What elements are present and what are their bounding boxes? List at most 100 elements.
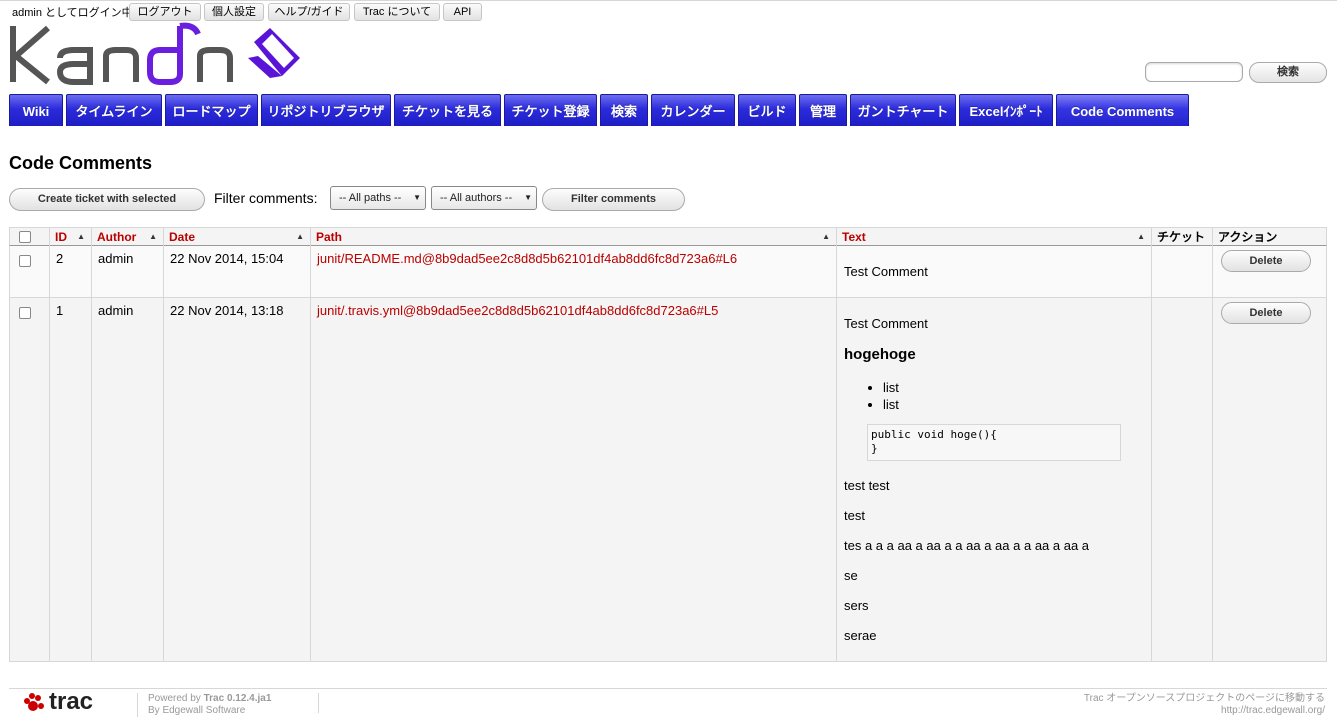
paths-select[interactable]: -- All paths -- ▼ [330,186,426,210]
trac-project-url[interactable]: http://trac.edgewall.org/ [1221,705,1325,716]
tab-view-tickets[interactable]: チケットを見る [394,94,501,126]
date-cell: 22 Nov 2014, 13:18 [164,298,311,661]
sort-icon: ▲ [1137,232,1145,241]
tab-new-ticket[interactable]: チケット登録 [504,94,597,126]
tab-admin[interactable]: 管理 [799,94,847,126]
about-trac-link[interactable]: Trac について [354,3,440,21]
dropdown-arrow-icon: ▼ [413,193,421,202]
tab-gantt-chart[interactable]: ガントチャート [850,94,956,126]
footer-divider [318,693,319,713]
kandn-logo-icon [10,22,300,85]
filter-comments-label: Filter comments: [214,190,318,206]
header-date-label: Date [169,230,196,244]
comment-paragraph: test test [844,478,890,493]
header-date[interactable]: Date ▲ [164,228,311,246]
list-item: list [883,379,899,396]
header-id[interactable]: ID ▲ [50,228,92,246]
project-logo[interactable] [8,22,308,90]
tab-calendar[interactable]: カレンダー [651,94,735,126]
logout-link[interactable]: ログアウト [129,3,201,21]
search-button[interactable]: 検索 [1249,62,1327,83]
help-guide-link[interactable]: ヘルプ/ガイド [268,3,350,21]
list-item: list [883,396,899,413]
sort-ascending-icon: ▲ [77,232,85,241]
comment-paragraph: tes a a a aa a aa a a aa a aa a a aa a a… [844,538,1090,553]
authors-select-value: -- All authors -- [440,192,513,204]
code-line: } [871,442,878,455]
row-checkbox[interactable] [19,255,31,267]
dropdown-arrow-icon: ▼ [524,193,532,202]
date-cell: 22 Nov 2014, 15:04 [164,246,311,297]
table-row: 1 admin 22 Nov 2014, 13:18 junit/.travis… [9,298,1327,662]
tab-search[interactable]: 検索 [600,94,648,126]
comment-text: Test Comment [844,316,928,331]
tab-repository-browser[interactable]: リポジトリブラウザ [261,94,391,126]
delete-button[interactable]: Delete [1221,302,1311,324]
header-author[interactable]: Author ▲ [92,228,164,246]
header-path-label: Path [316,230,343,244]
page-title: Code Comments [9,153,153,173]
footer: trac Powered by Trac 0.12.4.ja1 By Edgew… [9,688,1327,717]
powered-by-prefix: Powered by [148,693,201,704]
header-path[interactable]: Path ▲ [311,228,837,246]
ticket-cell [1152,246,1213,297]
header-ticket: チケット [1152,228,1213,246]
delete-button[interactable]: Delete [1221,250,1311,272]
code-line: public void hoge(){ [871,428,997,441]
main-nav: Wiki タイムライン ロードマップ リポジトリブラウザ チケットを見る チケッ… [9,94,1329,128]
authors-select[interactable]: -- All authors -- ▼ [431,186,537,210]
row-select-cell [10,298,50,661]
select-all-checkbox[interactable] [19,231,31,243]
powered-by: Powered by Trac 0.12.4.ja1 By Edgewall S… [137,693,271,717]
header-text-label: Text [842,230,866,244]
comment-list: list list [865,379,899,413]
path-cell: junit/README.md@8b9dad5ee2c8d8d5b62101df… [311,246,837,297]
tab-wiki[interactable]: Wiki [9,94,63,126]
trac-version-link[interactable]: Trac 0.12.4.ja1 [204,693,272,704]
tab-roadmap[interactable]: ロードマップ [165,94,258,126]
id-cell: 1 [50,298,92,661]
row-select-cell [10,246,50,297]
api-link[interactable]: API [443,3,482,21]
comment-author: admin [98,251,134,266]
comment-id: 1 [56,303,64,318]
header-select-all-cell [10,228,50,246]
comment-author: admin [98,303,134,318]
create-ticket-with-selected-button[interactable]: Create ticket with selected [9,188,205,211]
header-text[interactable]: Text ▲ [837,228,1152,246]
comment-paragraph: serae [844,628,877,643]
text-cell: Test Comment [837,246,1152,297]
table-header: ID ▲ Author ▲ Date ▲ Path ▲ Text ▲ チケット … [9,227,1327,246]
preferences-link[interactable]: 個人設定 [204,3,264,21]
ticket-cell [1152,298,1213,661]
author-cell: admin [92,246,164,297]
comment-code-block: public void hoge(){ } [867,424,1121,461]
tab-timeline[interactable]: タイムライン [66,94,162,126]
row-checkbox[interactable] [19,307,31,319]
table-row: 2 admin 22 Nov 2014, 15:04 junit/README.… [9,246,1327,298]
meta-nav: admin としてログイン中 ログアウト 個人設定 ヘルプ/ガイド Trac に… [0,0,1337,21]
header-action: アクション [1218,230,1278,244]
comment-paragraph: sers [844,598,869,613]
comment-path-link[interactable]: junit/.travis.yml@8b9dad5ee2c8d8d5b62101… [317,303,718,318]
tab-code-comments[interactable]: Code Comments [1056,94,1189,126]
tab-excel-import[interactable]: Excelｲﾝﾎﾟｰﾄ [959,94,1053,126]
comment-text: Test Comment [844,264,928,279]
tab-build[interactable]: ビルド [738,94,796,126]
header-id-label: ID [55,230,67,244]
action-cell: Delete [1213,246,1328,297]
sort-icon: ▲ [149,232,157,241]
comment-id: 2 [56,251,64,266]
text-cell: Test Comment hogehoge list list public v… [837,298,1152,661]
sort-icon: ▲ [822,232,830,241]
sort-icon: ▲ [296,232,304,241]
trac-project-link-text[interactable]: Trac オープンソースプロジェクトのページに移動する [1084,693,1325,704]
search-input[interactable] [1145,62,1243,82]
comment-path-link[interactable]: junit/README.md@8b9dad5ee2c8d8d5b62101df… [317,251,737,266]
comment-paragraph: test [844,508,865,523]
filter-comments-button[interactable]: Filter comments [542,188,685,211]
author-cell: admin [92,298,164,661]
trac-logo-text[interactable]: trac [49,689,93,715]
path-cell: junit/.travis.yml@8b9dad5ee2c8d8d5b62101… [311,298,837,661]
edgewall-link[interactable]: By Edgewall Software [148,705,245,716]
